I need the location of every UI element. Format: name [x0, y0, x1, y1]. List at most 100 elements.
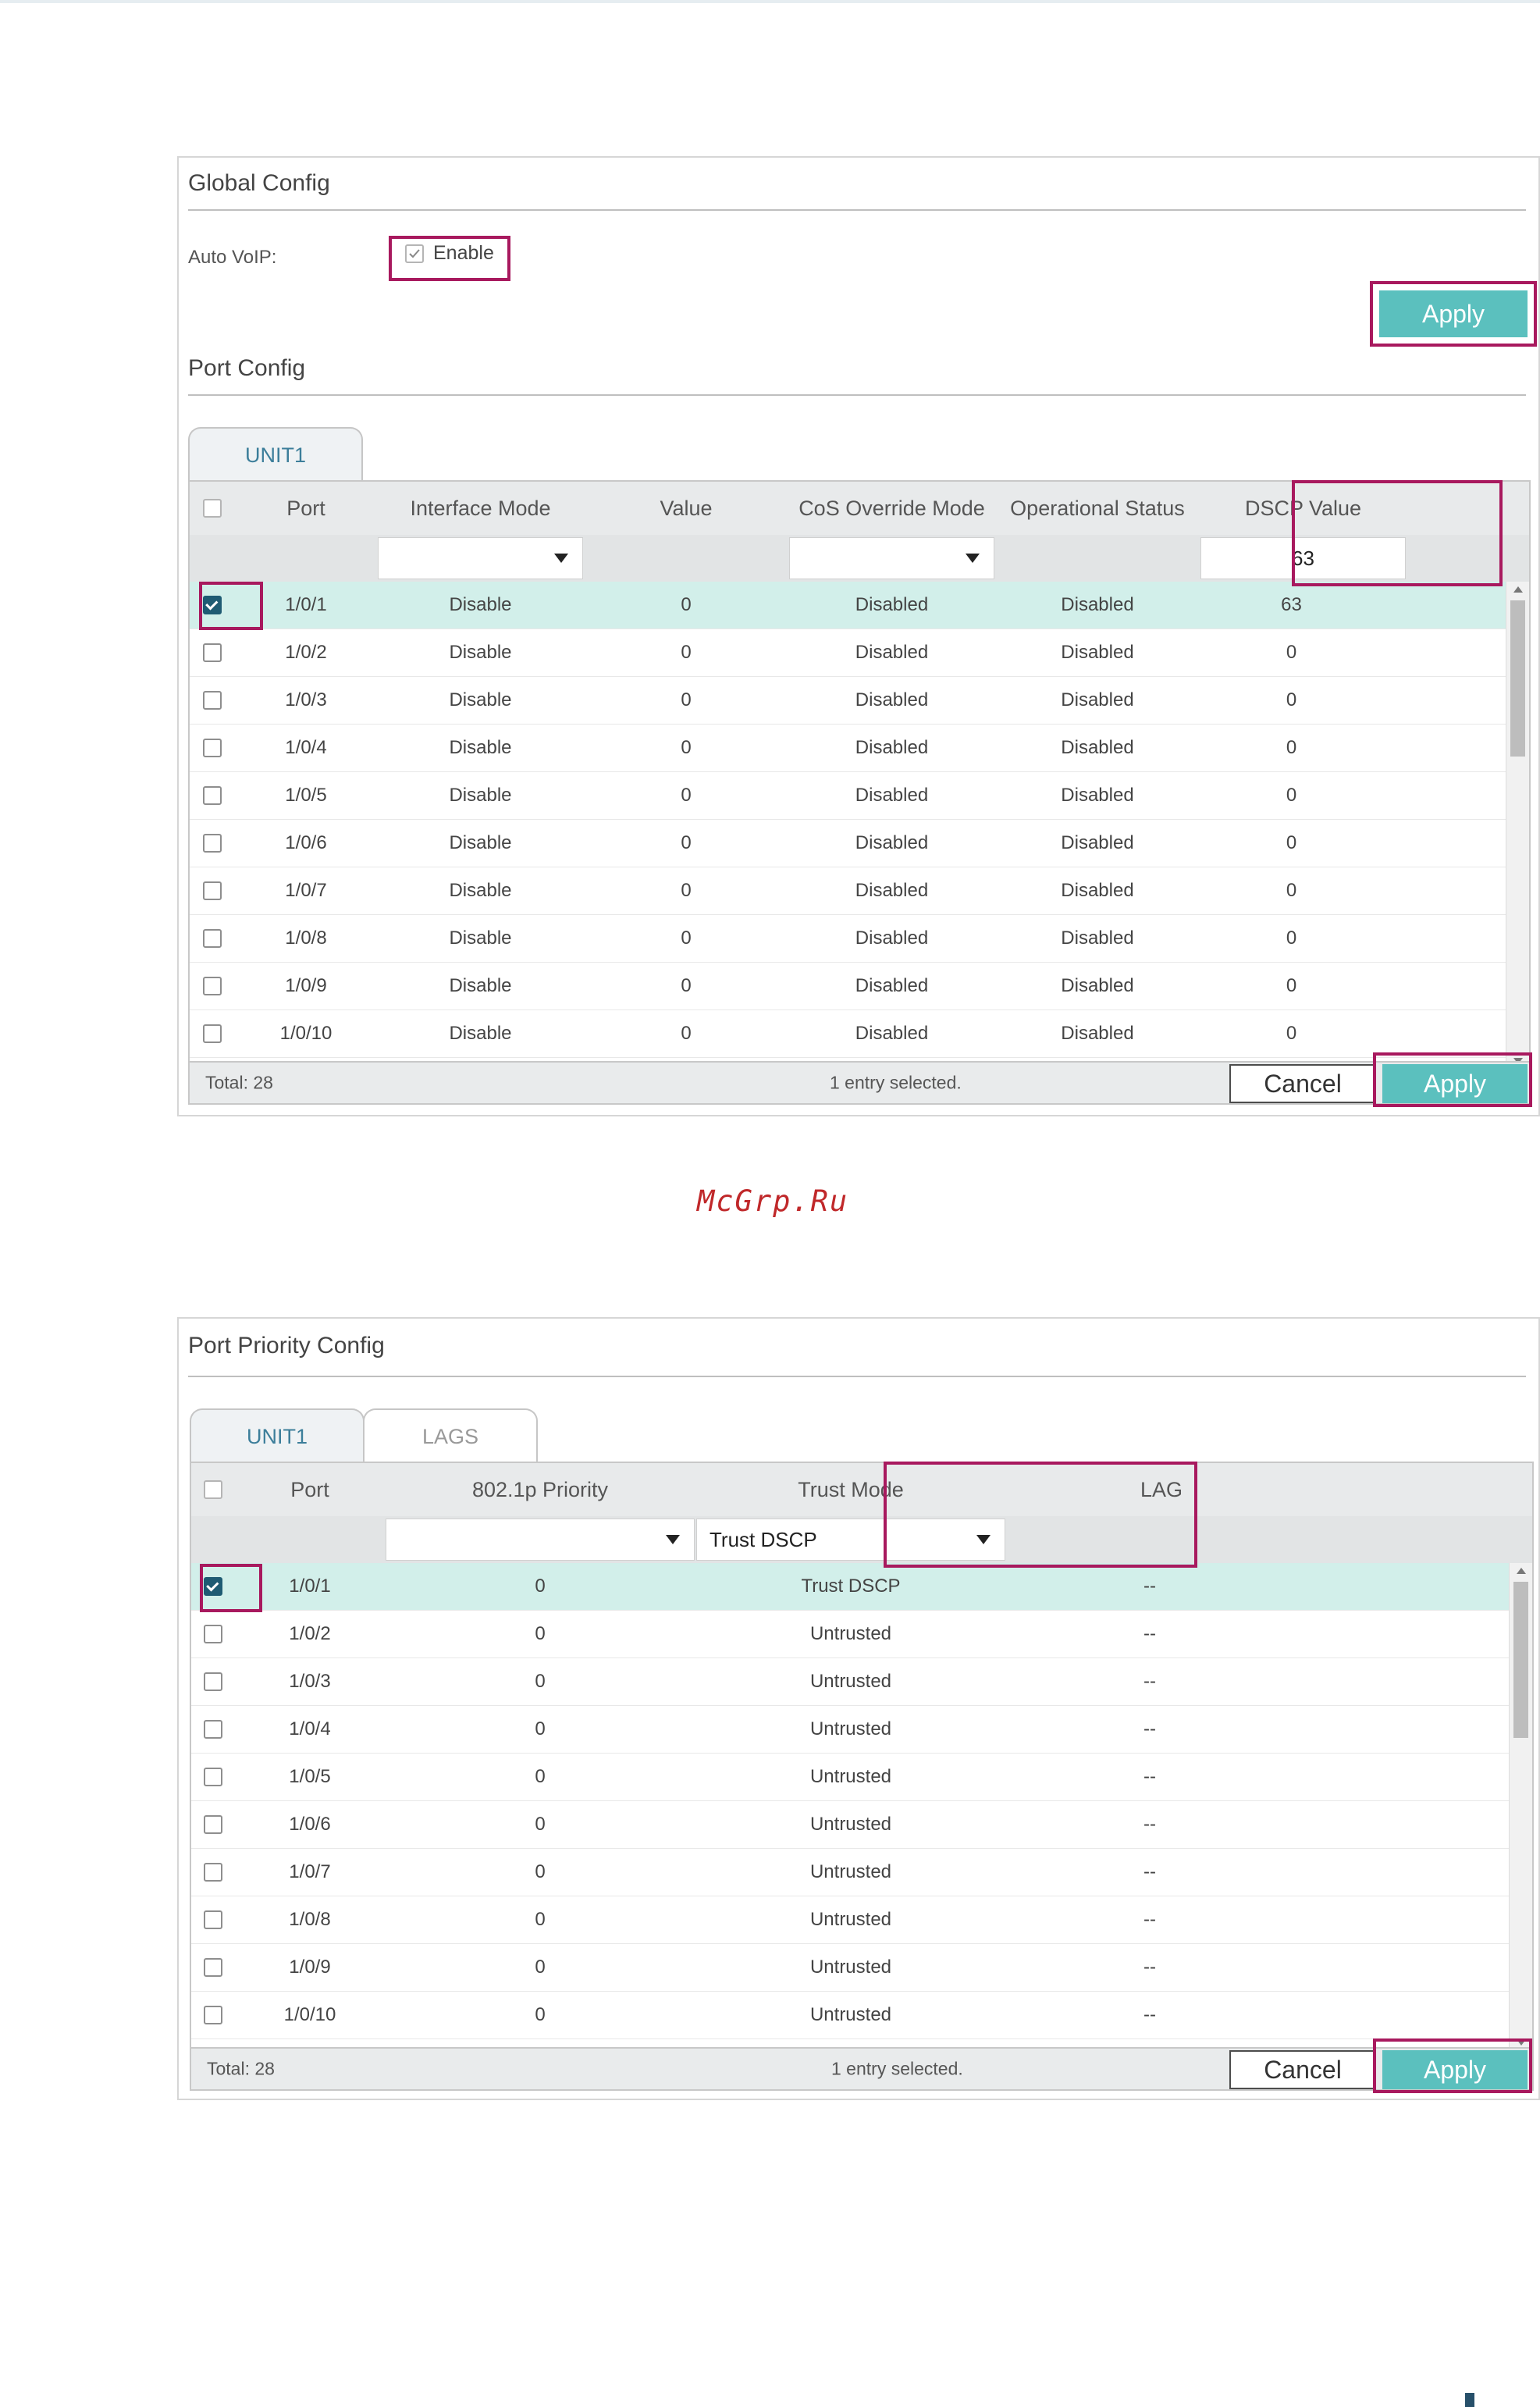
table-row[interactable]: 1/0/6 0 Untrusted --	[191, 1801, 1509, 1849]
table-scrollbar[interactable]	[1509, 1563, 1532, 2050]
table-row[interactable]: 1/0/5 0 Untrusted --	[191, 1754, 1509, 1801]
row-checkbox[interactable]	[203, 881, 222, 900]
filter-cos-override-mode[interactable]	[788, 535, 995, 582]
header-select-all[interactable]	[190, 482, 235, 535]
row-checkbox[interactable]	[204, 1577, 222, 1596]
table-row[interactable]: 1/0/3 0 Untrusted --	[191, 1658, 1509, 1706]
table-row[interactable]: 1/0/1 0 Trust DSCP --	[191, 1563, 1509, 1611]
row-select-cell[interactable]	[190, 677, 235, 724]
scroll-up-icon[interactable]	[1516, 1568, 1526, 1574]
table-row[interactable]: 1/0/10 0 Untrusted --	[191, 1992, 1509, 2039]
header-interface-mode: Interface Mode	[410, 496, 551, 520]
row-checkbox[interactable]	[203, 834, 222, 853]
row-checkbox[interactable]	[203, 739, 222, 757]
row-select-cell[interactable]	[191, 1801, 235, 1848]
apply-button[interactable]: Apply	[1382, 1064, 1528, 1103]
tab-lags[interactable]: LAGS	[363, 1408, 538, 1463]
trust-mode-select[interactable]: Trust DSCP	[696, 1519, 1005, 1561]
tab-unit1[interactable]: UNIT1	[188, 427, 363, 482]
table-row[interactable]: 1/0/1 Disable 0 Disabled Disabled 63	[190, 582, 1506, 629]
row-checkbox[interactable]	[203, 691, 222, 710]
row-select-cell[interactable]	[190, 772, 235, 819]
row-select-cell[interactable]	[190, 582, 235, 628]
row-checkbox[interactable]	[204, 1863, 222, 1882]
row-checkbox[interactable]	[204, 1768, 222, 1786]
row-select-cell[interactable]	[191, 1754, 235, 1800]
row-select-cell[interactable]	[191, 1992, 235, 2038]
row-checkbox[interactable]	[203, 929, 222, 948]
table-row[interactable]: 1/0/4 Disable 0 Disabled Disabled 0	[190, 725, 1506, 772]
row-checkbox[interactable]	[203, 596, 222, 614]
row-select-cell[interactable]	[190, 1010, 235, 1057]
filter-interface-mode[interactable]	[377, 535, 584, 582]
row-select-cell[interactable]	[191, 1944, 235, 1991]
table-row[interactable]: 1/0/2 0 Untrusted --	[191, 1611, 1509, 1658]
tab-unit1[interactable]: UNIT1	[190, 1408, 365, 1463]
table-row[interactable]: 1/0/7 Disable 0 Disabled Disabled 0	[190, 867, 1506, 915]
table-row[interactable]: 1/0/8 0 Untrusted --	[191, 1896, 1509, 1944]
filter-dscp-value[interactable]: 63	[1200, 535, 1407, 582]
apply-button[interactable]: Apply	[1382, 2050, 1528, 2089]
cos-override-select[interactable]	[789, 537, 994, 579]
table-row[interactable]: 1/0/8 Disable 0 Disabled Disabled 0	[190, 915, 1506, 963]
row-checkbox[interactable]	[204, 1815, 222, 1834]
table-row[interactable]: 1/0/10 Disable 0 Disabled Disabled 0	[190, 1010, 1506, 1058]
priority-select[interactable]	[386, 1519, 695, 1561]
interface-mode-select[interactable]	[378, 537, 583, 579]
lag-cell: --	[1143, 1623, 1156, 1644]
row-checkbox[interactable]	[204, 1625, 222, 1643]
table-row[interactable]: 1/0/6 Disable 0 Disabled Disabled 0	[190, 820, 1506, 867]
filter-trust-mode[interactable]: Trust DSCP	[695, 1516, 1006, 1563]
cancel-button[interactable]: Cancel	[1229, 1064, 1376, 1103]
row-select-cell[interactable]	[191, 1611, 235, 1657]
select-all-checkbox[interactable]	[204, 1480, 222, 1499]
scroll-down-icon[interactable]	[1516, 2039, 1526, 2046]
row-select-cell[interactable]	[191, 1896, 235, 1943]
row-select-cell[interactable]	[190, 820, 235, 867]
scroll-thumb[interactable]	[1510, 600, 1525, 757]
table-row[interactable]: 1/0/3 Disable 0 Disabled Disabled 0	[190, 677, 1506, 725]
select-all-checkbox[interactable]	[203, 499, 222, 518]
table-row[interactable]: 1/0/2 Disable 0 Disabled Disabled 0	[190, 629, 1506, 677]
dscp-value-cell: 0	[1286, 737, 1297, 758]
row-select-cell[interactable]	[191, 1563, 235, 1610]
row-checkbox[interactable]	[203, 1024, 222, 1043]
scroll-up-icon[interactable]	[1513, 586, 1523, 593]
row-select-cell[interactable]	[191, 1706, 235, 1753]
filter-priority[interactable]	[385, 1516, 695, 1563]
port-cell: 1/0/8	[285, 928, 327, 949]
row-checkbox[interactable]	[204, 1958, 222, 1977]
row-checkbox[interactable]	[203, 977, 222, 995]
enable-checkbox[interactable]	[405, 244, 424, 263]
row-select-cell[interactable]	[191, 1849, 235, 1896]
dscp-value-input[interactable]: 63	[1200, 537, 1406, 579]
trust-mode-cell: Untrusted	[809, 1861, 892, 1882]
row-select-cell[interactable]	[190, 629, 235, 676]
row-checkbox[interactable]	[204, 1672, 222, 1691]
auto-voip-enable[interactable]: Enable	[405, 242, 494, 265]
table-row[interactable]: 1/0/9 0 Untrusted --	[191, 1944, 1509, 1992]
row-checkbox[interactable]	[204, 2006, 222, 2024]
header-select-all[interactable]	[191, 1463, 235, 1516]
value-cell: 0	[681, 737, 692, 758]
row-select-cell[interactable]	[190, 963, 235, 1009]
global-apply-button[interactable]: Apply	[1379, 290, 1528, 337]
scroll-thumb[interactable]	[1513, 1582, 1528, 1738]
row-select-cell[interactable]	[190, 915, 235, 962]
table-row[interactable]: 1/0/4 0 Untrusted --	[191, 1706, 1509, 1754]
table-row[interactable]: 1/0/9 Disable 0 Disabled Disabled 0	[190, 963, 1506, 1010]
row-checkbox[interactable]	[204, 1720, 222, 1739]
table-row[interactable]: 1/0/7 0 Untrusted --	[191, 1849, 1509, 1896]
row-checkbox[interactable]	[203, 643, 222, 662]
table-row[interactable]: 1/0/5 Disable 0 Disabled Disabled 0	[190, 772, 1506, 820]
row-checkbox[interactable]	[203, 786, 222, 805]
cancel-button[interactable]: Cancel	[1229, 2050, 1376, 2089]
table-scrollbar[interactable]	[1506, 582, 1529, 1069]
port-cell: 1/0/3	[289, 1671, 331, 1692]
row-checkbox[interactable]	[204, 1910, 222, 1929]
row-select-cell[interactable]	[190, 867, 235, 914]
lag-cell: --	[1143, 1718, 1156, 1739]
row-select-cell[interactable]	[190, 725, 235, 771]
lag-cell: --	[1143, 2004, 1156, 2025]
row-select-cell[interactable]	[191, 1658, 235, 1705]
